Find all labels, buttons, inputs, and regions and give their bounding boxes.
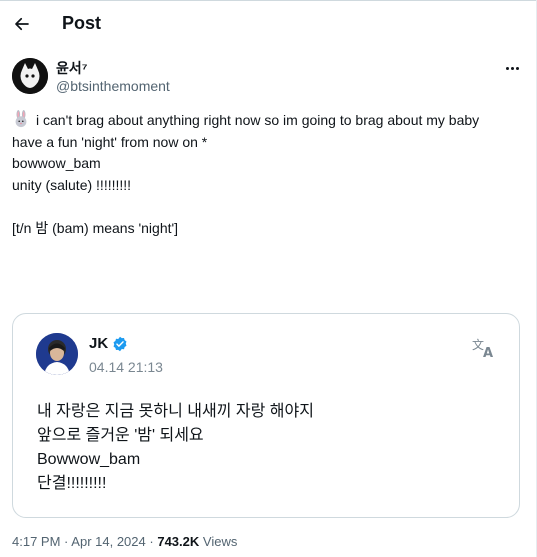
quote-line-2: 앞으로 즐거운 '밤' 되세요 xyxy=(37,427,204,444)
views-label: Views xyxy=(202,534,238,549)
meta-separator: · xyxy=(149,534,154,549)
tweet-text: i can't brag about anything right now so… xyxy=(12,110,517,239)
back-button[interactable] xyxy=(8,10,36,38)
author-name[interactable]: 윤서⁷ xyxy=(56,58,88,78)
page-title: Post xyxy=(62,13,102,33)
avatar[interactable] xyxy=(12,58,48,94)
back-arrow-icon xyxy=(15,17,29,31)
more-icon xyxy=(505,66,509,70)
tweet-line-2: have a fun 'night' from now on * xyxy=(12,133,208,150)
views-count: 743.2K xyxy=(157,534,200,549)
tweet-line-5: [t/n 밤 (bam) means 'night'] xyxy=(12,219,179,236)
translate-button[interactable]: 文 A xyxy=(471,336,499,365)
post-time[interactable]: 4:17 PM xyxy=(12,534,60,549)
quote-line-4: 단결!!!!!!!!! xyxy=(37,475,107,492)
jk-date: 04.14 21:13 xyxy=(89,359,163,375)
tweet-line-4: unity (salute) !!!!!!!!! xyxy=(12,176,132,193)
translate-icon: 文 A xyxy=(472,337,493,361)
header: Post xyxy=(0,0,537,50)
post-meta: 4:17 PM · Apr 14, 2024 · 743.2K Views xyxy=(12,534,237,549)
svg-text:A: A xyxy=(483,346,493,360)
quote-line-1: 내 자랑은 지금 못하니 내새끼 자랑 해야지 xyxy=(37,403,314,420)
post-date[interactable]: Apr 14, 2024 xyxy=(71,534,145,549)
tweet-line: i can't brag about anything right now so… xyxy=(12,110,517,132)
tweet-line-3: bowwow_bam xyxy=(12,155,101,171)
quote-card[interactable]: JK 04.14 21:13 文 A 내 자랑은 지금 못하니 내새끼 자랑 해… xyxy=(12,313,520,518)
jk-name-row: JK xyxy=(89,335,128,352)
quote-text: 내 자랑은 지금 못하니 내새끼 자랑 해야지 앞으로 즐거운 '밤' 되세요 … xyxy=(37,400,314,496)
bunny-emoji-icon xyxy=(15,110,27,128)
jk-avatar[interactable] xyxy=(36,333,78,375)
meta-separator: · xyxy=(64,534,69,549)
tweet-line-1: i can't brag about anything right now so… xyxy=(36,112,480,128)
author-handle[interactable]: @btsinthemoment xyxy=(56,78,170,94)
more-button[interactable] xyxy=(500,58,524,78)
verified-icon xyxy=(113,336,127,351)
quote-line-3: Bowwow_bam xyxy=(37,451,141,468)
jk-name: JK xyxy=(89,335,109,352)
